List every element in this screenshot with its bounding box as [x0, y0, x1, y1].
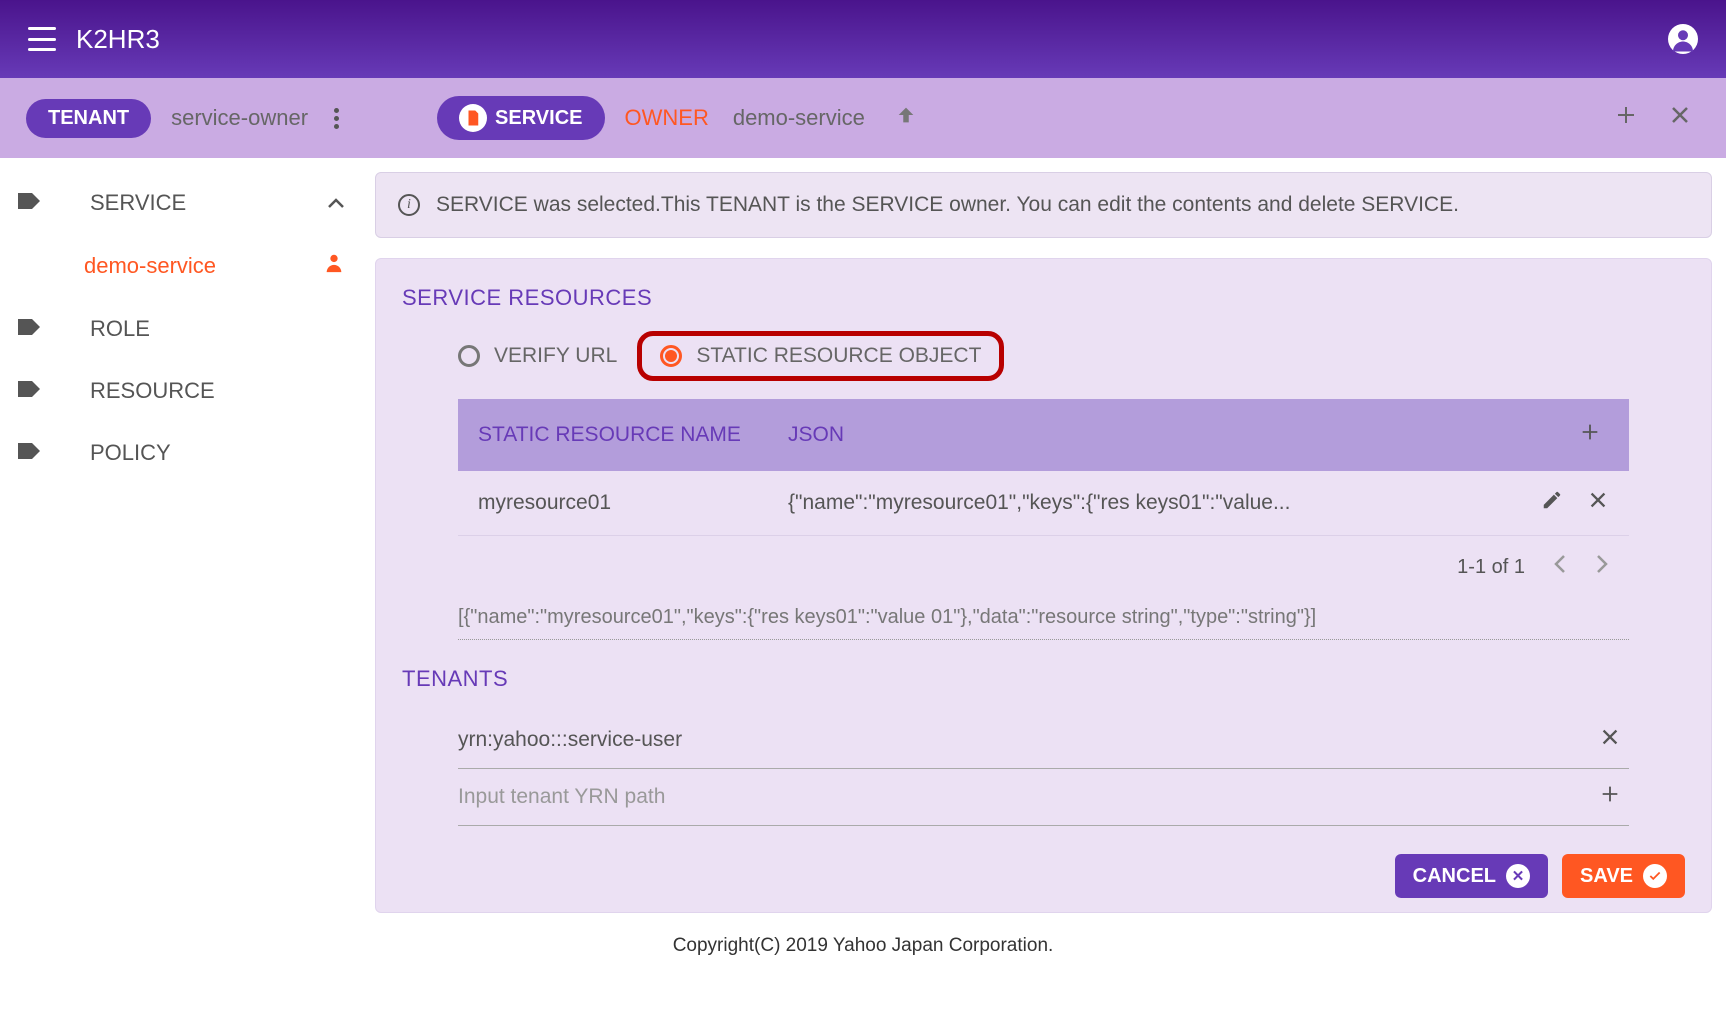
col-name-header: STATIC RESOURCE NAME — [478, 423, 788, 447]
add-row-icon[interactable] — [1571, 413, 1609, 457]
cancel-button[interactable]: CANCEL ✕ — [1395, 854, 1548, 898]
sidebar-label: RESOURCE — [90, 378, 215, 404]
tag-icon — [18, 380, 40, 403]
section-tenants-title: TENANTS — [402, 666, 1685, 692]
tag-icon — [18, 442, 40, 465]
save-label: SAVE — [1580, 865, 1633, 888]
cancel-circle-icon: ✕ — [1506, 864, 1530, 888]
radio-unchecked-icon — [458, 345, 480, 367]
toolbar: TENANT service-owner SERVICE OWNER demo-… — [0, 78, 1726, 158]
cancel-label: CANCEL — [1413, 865, 1496, 888]
tenant-row-new — [458, 769, 1629, 826]
service-panel: SERVICE RESOURCES VERIFY URL STATIC RESO… — [375, 258, 1712, 913]
add-icon[interactable] — [1606, 95, 1646, 141]
table-row: myresource01 {"name":"myresource01","key… — [458, 471, 1629, 536]
tag-icon — [18, 318, 40, 341]
check-circle-icon — [1643, 864, 1667, 888]
add-tenant-icon[interactable] — [1591, 775, 1629, 819]
tenant-chip[interactable]: TENANT — [26, 99, 151, 138]
sidebar-label: demo-service — [84, 253, 216, 279]
table-header: STATIC RESOURCE NAME JSON — [458, 399, 1629, 471]
alert-text: SERVICE was selected.This TENANT is the … — [436, 193, 1459, 217]
tag-icon — [18, 192, 40, 215]
pager-text: 1-1 of 1 — [1457, 556, 1525, 579]
radio-label: VERIFY URL — [494, 344, 617, 368]
sidebar-item-resource[interactable]: RESOURCE — [0, 360, 375, 422]
kebab-icon[interactable] — [322, 102, 351, 135]
sidebar-label: POLICY — [90, 440, 171, 466]
arrow-up-icon[interactable] — [895, 104, 917, 132]
section-resources-title: SERVICE RESOURCES — [402, 285, 1685, 311]
chevron-up-icon — [327, 192, 345, 215]
document-icon — [459, 104, 487, 132]
menu-icon[interactable] — [28, 27, 56, 51]
pager: 1-1 of 1 — [402, 536, 1685, 598]
sidebar-label: SERVICE — [90, 190, 186, 216]
remove-tenant-icon[interactable] — [1591, 718, 1629, 762]
radio-static-resource[interactable]: STATIC RESOURCE OBJECT — [637, 331, 1004, 381]
delete-row-icon[interactable] — [1587, 489, 1609, 517]
edit-icon[interactable] — [1541, 489, 1563, 517]
cell-name: myresource01 — [478, 491, 788, 515]
sidebar: SERVICE demo-service ROLE RESOURCE POLIC… — [0, 158, 375, 923]
person-icon — [323, 252, 345, 280]
close-icon[interactable] — [1660, 95, 1700, 141]
sidebar-item-role[interactable]: ROLE — [0, 298, 375, 360]
save-button[interactable]: SAVE — [1562, 854, 1685, 898]
radio-checked-icon — [660, 345, 682, 367]
owner-label: OWNER — [625, 105, 709, 131]
radio-verify-url[interactable]: VERIFY URL — [458, 344, 617, 368]
sidebar-item-service[interactable]: SERVICE — [0, 172, 375, 234]
app-bar: K2HR3 — [0, 0, 1726, 78]
app-title: K2HR3 — [76, 24, 160, 55]
info-alert: i SERVICE was selected.This TENANT is th… — [375, 172, 1712, 238]
service-chip[interactable]: SERVICE — [437, 96, 604, 140]
account-icon[interactable] — [1668, 24, 1698, 54]
cell-json: {"name":"myresource01","keys":{"res keys… — [788, 491, 1541, 515]
prev-page-icon[interactable] — [1553, 554, 1567, 580]
breadcrumb-service[interactable]: demo-service — [733, 105, 865, 131]
service-chip-label: SERVICE — [495, 107, 582, 130]
sidebar-label: ROLE — [90, 316, 150, 342]
tenant-name: service-owner — [171, 105, 308, 131]
radio-label: STATIC RESOURCE OBJECT — [696, 344, 981, 368]
json-full-text: [{"name":"myresource01","keys":{"res key… — [458, 606, 1629, 640]
footer: Copyright(C) 2019 Yahoo Japan Corporatio… — [0, 923, 1726, 969]
info-icon: i — [398, 194, 420, 216]
next-page-icon[interactable] — [1595, 554, 1609, 580]
tenant-input[interactable] — [458, 718, 1591, 762]
sidebar-item-policy[interactable]: POLICY — [0, 422, 375, 484]
tenant-new-input[interactable] — [458, 775, 1591, 819]
sidebar-item-demo-service[interactable]: demo-service — [0, 234, 375, 298]
tenant-row — [458, 712, 1629, 769]
col-json-header: JSON — [788, 423, 1571, 447]
